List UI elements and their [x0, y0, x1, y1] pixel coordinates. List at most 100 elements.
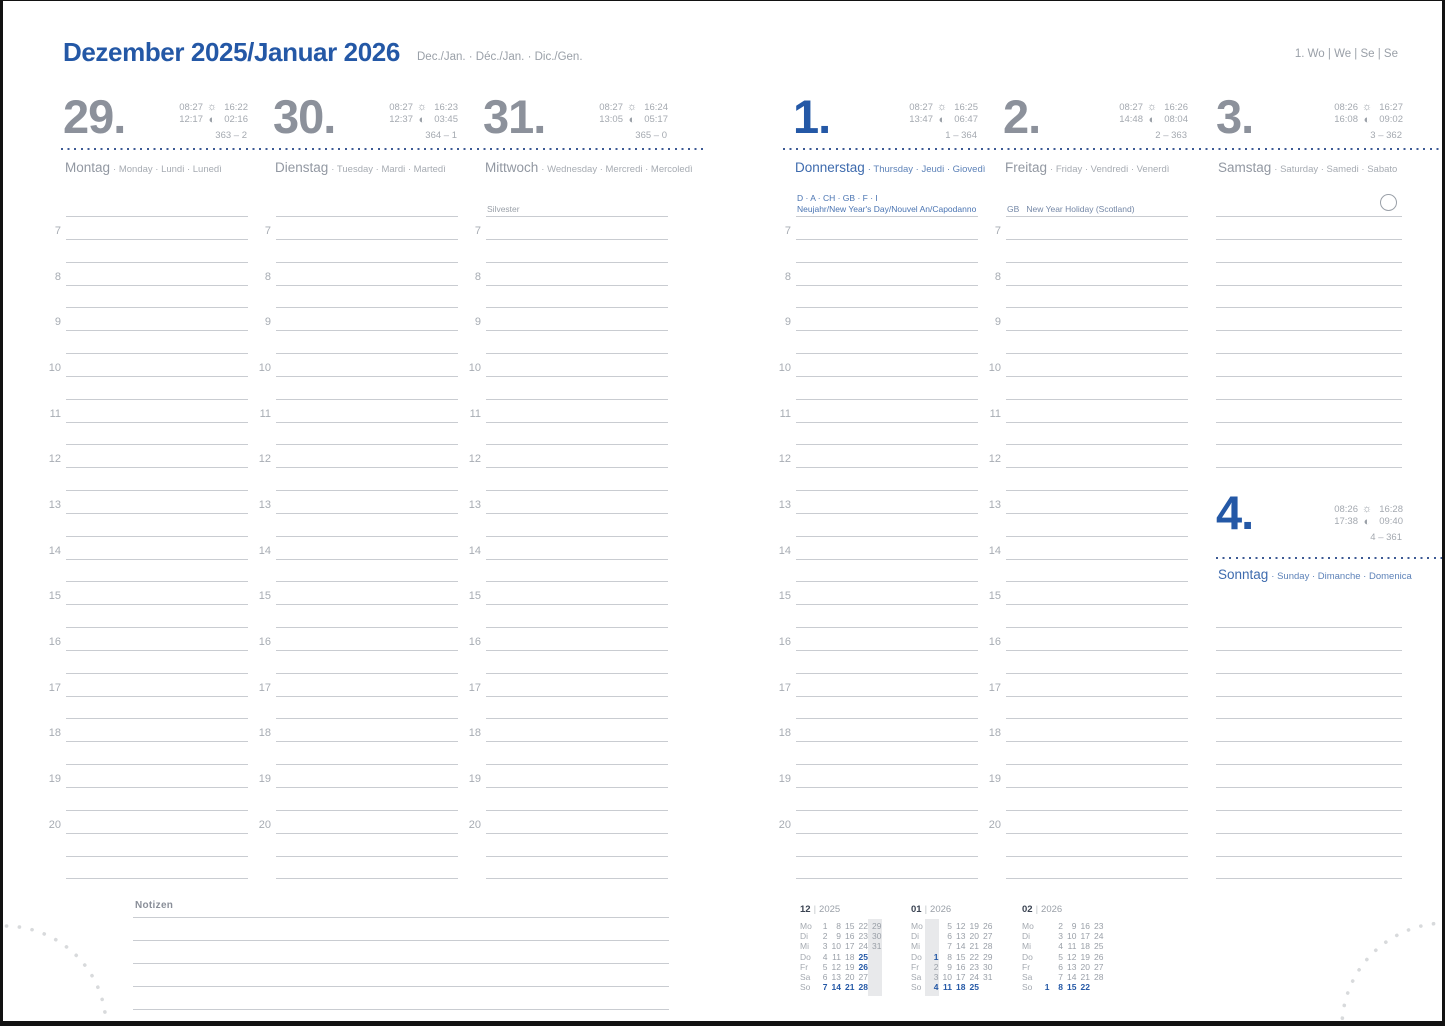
ruled-line — [66, 764, 248, 765]
mini-calendar-month: 02 — [1022, 904, 1033, 915]
ruled-line — [276, 422, 458, 423]
mini-calendar-day: 15 — [841, 921, 855, 931]
sun-moon-times: 08:27☼16:2614:48◐08:042 – 363 — [1116, 101, 1188, 142]
mini-calendar-day: 13 — [952, 931, 966, 941]
ruled-line — [486, 376, 668, 377]
ruled-line — [1216, 239, 1402, 240]
mini-calendar-day: 12 — [1063, 952, 1077, 962]
mini-calendar-day: 29 — [979, 952, 993, 962]
mini-calendar-row: So181522 — [1022, 982, 1114, 992]
ruled-line — [276, 718, 458, 719]
ruled-line — [796, 764, 978, 765]
hour-label: 8 — [257, 271, 271, 283]
hour-label: 13 — [257, 499, 271, 511]
weekday-abbreviation: So — [800, 982, 810, 992]
sun-icon: ☼ — [203, 101, 221, 113]
hour-label: 8 — [467, 271, 481, 283]
ruled-line — [486, 444, 668, 445]
mini-calendar-day: 8 — [939, 952, 953, 962]
sunrise-sunset-row: 08:27☼16:23 — [386, 101, 458, 114]
ruled-line — [1216, 353, 1402, 354]
hour-label: 18 — [467, 727, 481, 739]
hour-label: 18 — [987, 727, 1001, 739]
hour-label: 12 — [47, 453, 61, 465]
holiday-note: Silvester — [487, 204, 520, 215]
sun-icon: ☼ — [933, 101, 951, 113]
mini-calendar-day: 18 — [952, 982, 966, 992]
ruled-line — [1216, 399, 1402, 400]
mini-calendar-day: 3 — [814, 941, 828, 951]
ruled-line — [1006, 718, 1188, 719]
ruled-line — [66, 239, 248, 240]
mini-calendar-row: So7142128 — [800, 982, 892, 992]
hour-label: 19 — [257, 773, 271, 785]
day-of-year-count: 1 – 364 — [906, 130, 978, 142]
sunset-time: 16:24 — [641, 102, 668, 113]
day-name-translations: · Sunday · Dimanche · Domenica — [1271, 571, 1411, 582]
mini-calendar-day: 17 — [952, 972, 966, 982]
weekday-abbreviation: Sa — [911, 972, 921, 982]
sunrise-sunset-row: 08:27☼16:25 — [906, 101, 978, 114]
mini-calendar-row: Do5121926 — [1022, 952, 1114, 962]
ruled-line — [796, 513, 978, 514]
mini-calendar-separator: | — [814, 904, 816, 915]
day-column: 30.08:27☼16:2312:37◐03:45364 – 1Dienstag… — [273, 89, 458, 899]
hour-label: 7 — [47, 225, 61, 237]
ruled-line — [1216, 810, 1402, 811]
ruled-line — [486, 878, 668, 879]
ruled-line — [486, 353, 668, 354]
ruled-line — [486, 330, 668, 331]
mini-calendar-row: Mi7142128 — [911, 941, 1003, 951]
ruled-line — [486, 581, 668, 582]
weekday-abbreviation: Fr — [911, 962, 919, 972]
ruled-line — [796, 239, 978, 240]
moon-phase-icon: ◐ — [413, 114, 431, 126]
hour-label: 13 — [47, 499, 61, 511]
day-name: Montag· Monday · Lundi · Lunedì — [65, 159, 222, 177]
ruled-line — [796, 490, 978, 491]
ruled-line — [66, 444, 248, 445]
weekday-abbreviation: Fr — [800, 962, 808, 972]
ruled-line — [796, 559, 978, 560]
ruled-line — [66, 307, 248, 308]
mini-calendar-row: Mi310172431 — [800, 941, 892, 951]
mini-calendar-day: 20 — [1077, 962, 1091, 972]
ruled-line — [276, 536, 458, 537]
mini-calendar-day: 14 — [952, 941, 966, 951]
ruled-line — [1006, 513, 1188, 514]
ruled-line — [276, 833, 458, 834]
ruled-line — [1006, 856, 1188, 857]
weekday-abbreviation: Sa — [800, 972, 810, 982]
day-column: 31.08:27☼16:2413:05◐05:17365 – 0Mittwoch… — [483, 89, 668, 899]
ruled-line — [486, 216, 668, 217]
hour-label: 13 — [987, 499, 1001, 511]
day-name-translations: · Tuesday · Mardi · Martedì — [331, 164, 446, 175]
notes-ruled-line — [133, 1009, 669, 1010]
day-column: 29.08:27☼16:2212:17◐02:16363 – 2Montag· … — [63, 89, 248, 899]
ruled-line — [486, 696, 668, 697]
hour-label: 11 — [987, 408, 1001, 420]
mini-calendar-day: 16 — [841, 931, 855, 941]
mini-calendar-day: 25 — [966, 982, 980, 992]
ruled-line — [1216, 330, 1402, 331]
ruled-line — [66, 353, 248, 354]
ruled-line — [486, 650, 668, 651]
hour-label: 16 — [257, 636, 271, 648]
hour-label: 9 — [257, 316, 271, 328]
mini-calendar-day: 27 — [979, 931, 993, 941]
hour-label: 19 — [777, 773, 791, 785]
hour-label: 7 — [257, 225, 271, 237]
mini-calendar-title: 02|2026 — [1022, 904, 1062, 915]
ruled-line — [1006, 627, 1188, 628]
ruled-line — [486, 627, 668, 628]
ruled-line — [1006, 467, 1188, 468]
mini-calendar-day: 21 — [966, 941, 980, 951]
hour-label: 20 — [257, 819, 271, 831]
ruled-line — [1006, 376, 1188, 377]
ruled-line — [276, 856, 458, 857]
hour-label: 14 — [777, 545, 791, 557]
mini-calendar-row: Do4111825 — [800, 952, 892, 962]
mini-calendar-day: 2 — [814, 931, 828, 941]
weekday-abbreviation: Do — [800, 952, 811, 962]
week-label: 1. Wo | We | Se | Se — [1295, 48, 1398, 60]
